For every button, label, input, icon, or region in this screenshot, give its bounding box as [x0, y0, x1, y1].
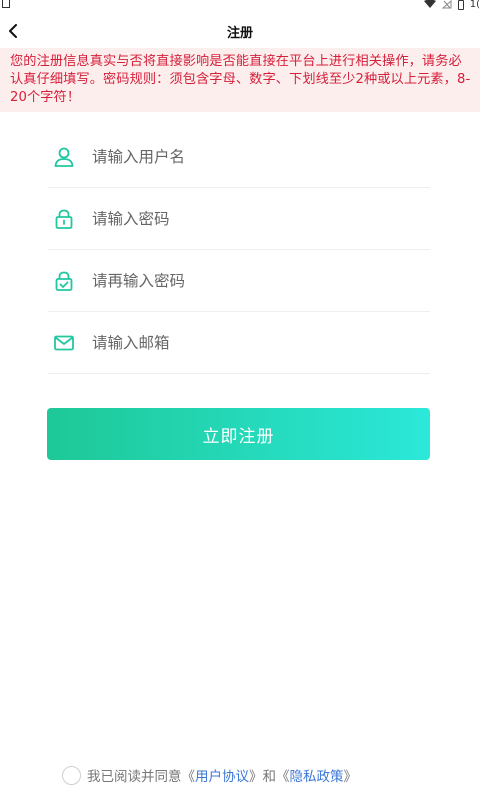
notification-icon — [2, 0, 10, 8]
status-icons: 1( — [423, 0, 480, 12]
wifi-icon — [423, 0, 436, 8]
user-agreement-link[interactable]: 用户协议 — [195, 765, 249, 785]
lock-check-icon — [55, 271, 73, 291]
agreement-conjunction: 和 — [262, 769, 277, 785]
user-icon — [54, 147, 74, 167]
username-field — [48, 126, 430, 188]
bracket-close-1: 》 — [249, 769, 263, 785]
page-title: 注册 — [226, 26, 253, 41]
agreement-prefix: 我已阅读并同意 — [87, 769, 182, 785]
registration-form — [48, 126, 430, 374]
email-field — [48, 312, 430, 374]
privacy-policy-link[interactable]: 隐私政策 — [290, 765, 344, 785]
status-bar: 1( — [0, 0, 480, 14]
bracket-open-1: 《 — [181, 769, 196, 785]
battery-icon — [457, 0, 464, 10]
bracket-open-2: 《 — [276, 769, 290, 785]
password-field — [48, 188, 430, 250]
confirm-password-field — [48, 250, 430, 312]
confirm-password-input[interactable] — [92, 268, 412, 294]
mail-icon — [54, 335, 74, 351]
register-button[interactable]: 立即注册 — [47, 408, 430, 460]
agreement-checkbox[interactable] — [62, 765, 81, 785]
agreement-row: 我已阅读并同意 《 用户协议 》 和 《 隐私政策 》 — [62, 764, 422, 786]
title-bar: 注册 — [0, 14, 480, 48]
username-input[interactable] — [92, 144, 412, 170]
signal-icon — [441, 0, 452, 9]
password-input[interactable] — [92, 206, 412, 232]
registration-notice: 您的注册信息真实与否将直接影响是否能直接在平台上进行相关操作，请务必认真仔细填写… — [0, 48, 480, 112]
lock-icon — [55, 209, 73, 229]
register-screen: 1( 注册 您的注册信息真实与否将直接影响是否能直接在平台上进行相关操作，请务必… — [0, 0, 480, 800]
status-time: 1( — [469, 0, 480, 10]
bracket-close-2: 》 — [343, 769, 358, 785]
email-input[interactable] — [92, 330, 412, 356]
